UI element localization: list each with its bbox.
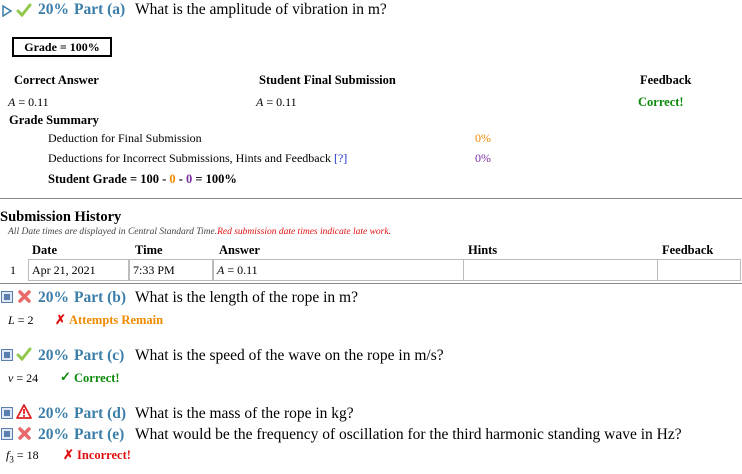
history-cell-feedback — [657, 259, 741, 281]
x-mark-icon: ✗ — [63, 447, 74, 462]
student-submission-header: Student Final Submission — [259, 73, 396, 87]
section-divider — [0, 198, 742, 199]
part-e-status: Incorrect! — [77, 448, 131, 462]
deduction-final-value: 0% — [475, 131, 491, 145]
part-b-answer: L = 2 — [8, 313, 34, 327]
part-b-question: What is the length of the rope in m? — [135, 289, 358, 306]
history-row-time: 7:33 PM — [133, 263, 175, 277]
history-cell-hints — [463, 259, 658, 281]
feedback-header: Feedback — [640, 73, 692, 87]
part-c-answer: v = 24 — [8, 371, 39, 385]
deduction-help-link[interactable]: [?] — [334, 151, 347, 165]
correct-answer-value: A = 0.11 — [8, 95, 49, 109]
part-b-label: Part (b) — [74, 289, 127, 306]
part-b-percent: 20% — [38, 289, 69, 306]
part-b-status: Attempts Remain — [69, 313, 164, 327]
part-c-status: Correct! — [74, 371, 120, 385]
deduction-incorrect-value: 0% — [475, 151, 491, 165]
grade-summary-title: Grade Summary — [9, 113, 99, 127]
part-e-question: What would be the frequency of oscillati… — [135, 426, 682, 443]
collapse-icon[interactable] — [1, 407, 13, 419]
history-note: All Date times are displayed in Central … — [8, 227, 391, 237]
part-a-question: What is the amplitude of vibration in m? — [135, 1, 387, 18]
correct-answer-header: Correct Answer — [14, 73, 99, 87]
history-feedback-header: Feedback — [662, 243, 714, 257]
history-date-header: Date — [32, 243, 57, 257]
checkmark-icon: ✓ — [60, 369, 71, 384]
part-d-label: Part (d) — [74, 405, 127, 422]
part-c-percent: 20% — [38, 347, 69, 364]
history-title: Submission History — [0, 209, 122, 225]
part-e-percent: 20% — [38, 426, 69, 443]
part-a-label: Part (a) — [74, 1, 126, 18]
deduction-incorrect-label: Deductions for Incorrect Submissions, Hi… — [48, 151, 348, 165]
history-hints-header: Hints — [468, 243, 498, 257]
expand-arrow-icon[interactable] — [1, 5, 13, 17]
grade-box: Grade = 100% — [12, 37, 112, 57]
x-mark-icon — [18, 290, 31, 303]
history-time-header: Time — [135, 243, 163, 257]
part-d-percent: 20% — [38, 405, 69, 422]
collapse-icon[interactable] — [1, 349, 13, 361]
part-c-label: Part (c) — [74, 347, 125, 364]
x-mark-icon: ✗ — [55, 312, 66, 327]
section-divider — [0, 283, 742, 284]
collapse-icon[interactable] — [1, 291, 13, 303]
x-mark-icon — [18, 427, 31, 440]
part-c-question: What is the speed of the wave on the rop… — [135, 347, 444, 364]
history-row-date: Apr 21, 2021 — [32, 263, 96, 277]
feedback-correct: Correct! — [638, 95, 684, 109]
part-e-answer: f3 = 18 — [6, 448, 39, 465]
part-a-percent: 20% — [38, 1, 69, 18]
history-answer-header: Answer — [219, 243, 260, 257]
history-row-answer: A = 0.11 — [217, 263, 258, 277]
student-grade: Student Grade = 100 - 0 - 0 = 100% — [48, 172, 237, 186]
collapse-icon[interactable] — [1, 428, 13, 440]
checkmark-icon — [16, 3, 32, 18]
history-row-number: 1 — [10, 263, 16, 277]
checkmark-icon — [16, 347, 32, 362]
deduction-final-label: Deduction for Final Submission — [48, 131, 202, 145]
part-d-question: What is the mass of the rope in kg? — [135, 405, 354, 422]
part-e-label: Part (e) — [74, 426, 125, 443]
warning-icon — [16, 404, 32, 419]
student-answer-value: A = 0.11 — [256, 95, 297, 109]
